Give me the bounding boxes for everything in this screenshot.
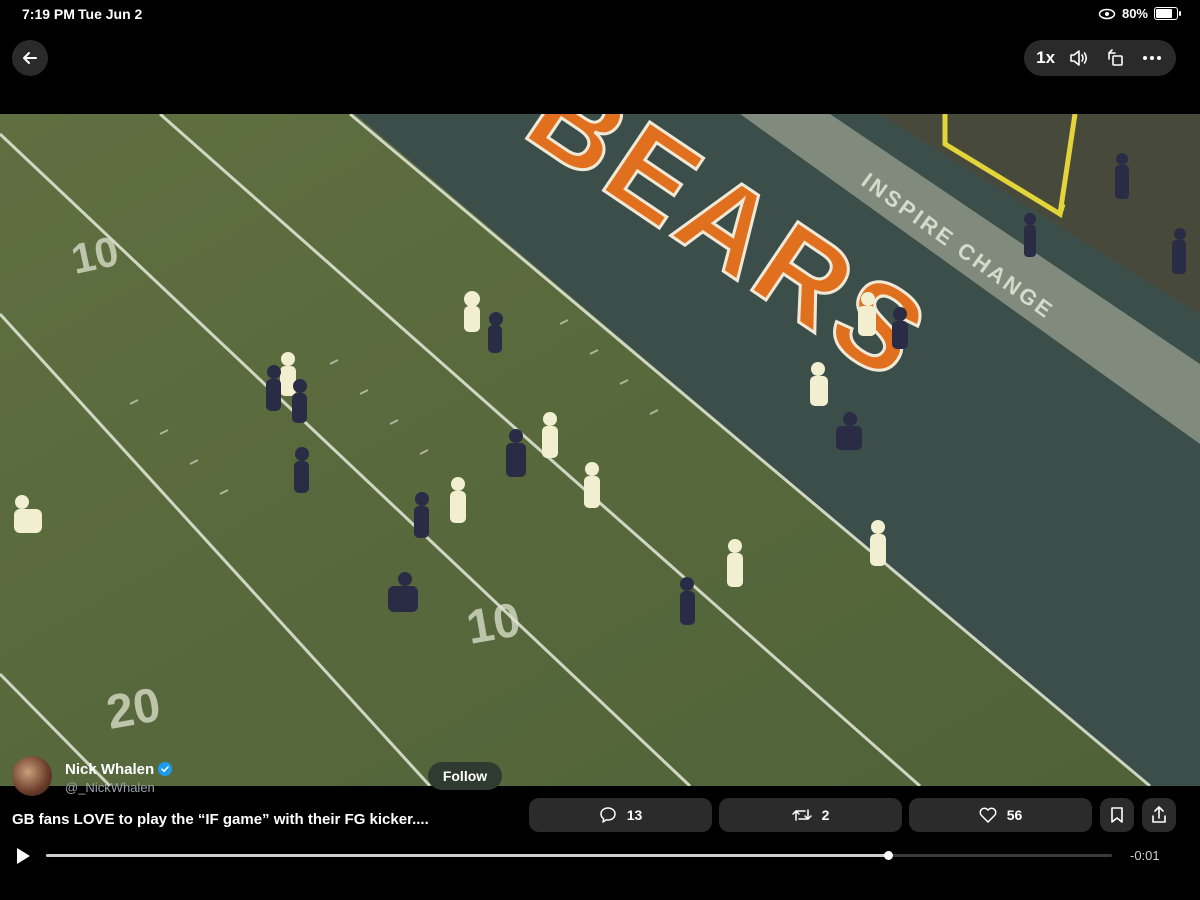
volume-icon [1070, 50, 1088, 66]
back-button[interactable] [12, 40, 48, 76]
progress-fill [46, 854, 889, 857]
yard-number-top: 10 [67, 227, 122, 283]
battery-level [1156, 9, 1172, 18]
reply-count: 13 [626, 807, 643, 823]
rotate-icon [1107, 49, 1123, 66]
more-icon [1142, 56, 1161, 60]
follow-button[interactable]: Follow [428, 762, 502, 790]
author-name[interactable]: Nick Whalen [65, 761, 154, 778]
yard-number-10: 10 [463, 593, 525, 654]
progress-bar[interactable] [46, 851, 1112, 860]
avatar[interactable] [12, 756, 52, 796]
share-icon [1152, 806, 1166, 823]
bookmark-button[interactable] [1100, 798, 1134, 832]
like-button[interactable]: 56 [909, 798, 1092, 832]
rotate-button[interactable] [1104, 46, 1128, 70]
more-button[interactable] [1140, 46, 1164, 70]
video-player[interactable]: 10 10 20 BEARS INSPIRE CHANGE [0, 114, 1200, 786]
time-remaining: -0:01 [1130, 848, 1160, 863]
verified-badge-icon [158, 762, 172, 776]
repost-button[interactable]: 2 [719, 798, 902, 832]
progress-thumb[interactable] [884, 851, 894, 860]
play-button[interactable] [12, 845, 34, 867]
author-handle[interactable]: @_NickWhalen [65, 780, 155, 795]
arrow-left-icon [23, 52, 37, 64]
battery-icon [1154, 7, 1181, 20]
repost-icon [791, 809, 812, 821]
repost-count: 2 [821, 807, 830, 823]
playback-speed-button[interactable]: 1x [1036, 48, 1055, 68]
volume-button[interactable] [1067, 46, 1091, 70]
share-button[interactable] [1142, 798, 1176, 832]
video-controls: 1x [1024, 40, 1176, 76]
tweet-text[interactable]: GB fans LOVE to play the “IF game” with … [12, 811, 429, 828]
status-date: Tue Jun 2 [78, 6, 143, 22]
video-frame: 10 10 20 BEARS INSPIRE CHANGE [0, 114, 1200, 786]
status-time: 7:19 PM [22, 6, 75, 22]
yard-number-20: 20 [103, 678, 165, 739]
like-count: 56 [1006, 807, 1023, 823]
battery-percent: 80% [1121, 6, 1148, 21]
bookmark-icon [1111, 807, 1123, 823]
reply-icon [599, 807, 616, 823]
play-icon [17, 848, 30, 864]
reply-button[interactable]: 13 [529, 798, 712, 832]
like-icon [979, 807, 997, 823]
status-bar: 7:19 PM Tue Jun 2 80% [0, 0, 1200, 28]
status-right: 80% [1098, 6, 1181, 21]
link-icon [1098, 8, 1116, 19]
